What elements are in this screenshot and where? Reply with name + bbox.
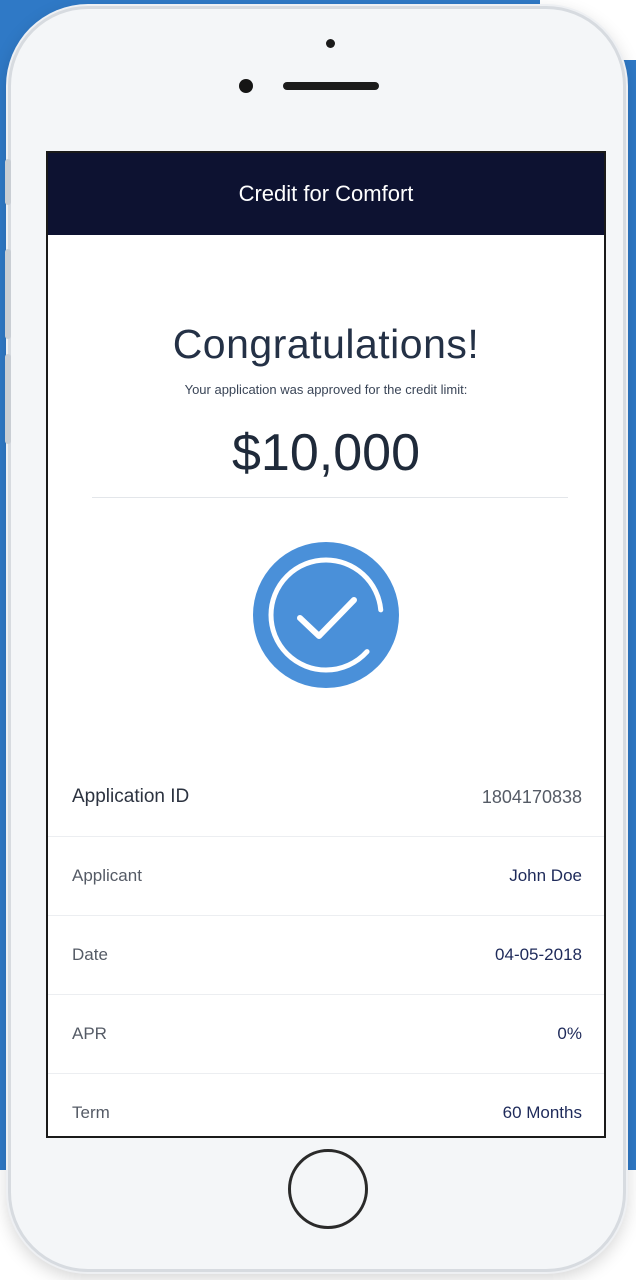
navigation-bar: Credit for Comfort (48, 153, 604, 235)
detail-label: Term (72, 1103, 110, 1122)
divider (92, 497, 568, 498)
detail-label: Application ID (72, 786, 190, 807)
phone-frame: Credit for Comfort Congratulations! Your… (5, 6, 626, 1272)
detail-value: John Doe (509, 866, 582, 885)
volume-down-button (5, 354, 11, 444)
detail-value: 0% (557, 1024, 582, 1043)
congratulations-heading: Congratulations! (172, 321, 480, 367)
home-button[interactable] (288, 1149, 368, 1229)
mute-switch (5, 159, 11, 205)
application-details: Application ID 1804170838 Applicant John… (48, 758, 604, 1136)
detail-label: APR (72, 1024, 107, 1043)
app-title: Credit for Comfort (238, 181, 414, 206)
detail-row-term: Term 60 Months (48, 1074, 604, 1136)
detail-value: 60 Months (502, 1103, 582, 1122)
detail-row-date: Date 04-05-2018 (48, 916, 604, 995)
credit-limit-amount: $10,000 (232, 424, 420, 482)
check-circle-icon (253, 542, 399, 688)
detail-row-applicant: Applicant John Doe (48, 837, 604, 916)
detail-value: 04-05-2018 (495, 945, 582, 964)
detail-row-apr: APR 0% (48, 995, 604, 1074)
detail-label: Date (72, 945, 108, 964)
front-camera (239, 79, 253, 93)
detail-value: 1804170838 (481, 786, 582, 807)
approval-message: Your application was approved for the cr… (184, 382, 468, 397)
detail-row-application-id: Application ID 1804170838 (48, 758, 604, 837)
volume-up-button (5, 249, 11, 339)
sensor-dot (326, 39, 335, 48)
app-screen: Credit for Comfort Congratulations! Your… (46, 151, 606, 1138)
detail-label: Applicant (72, 866, 142, 885)
earpiece-speaker (283, 82, 379, 90)
